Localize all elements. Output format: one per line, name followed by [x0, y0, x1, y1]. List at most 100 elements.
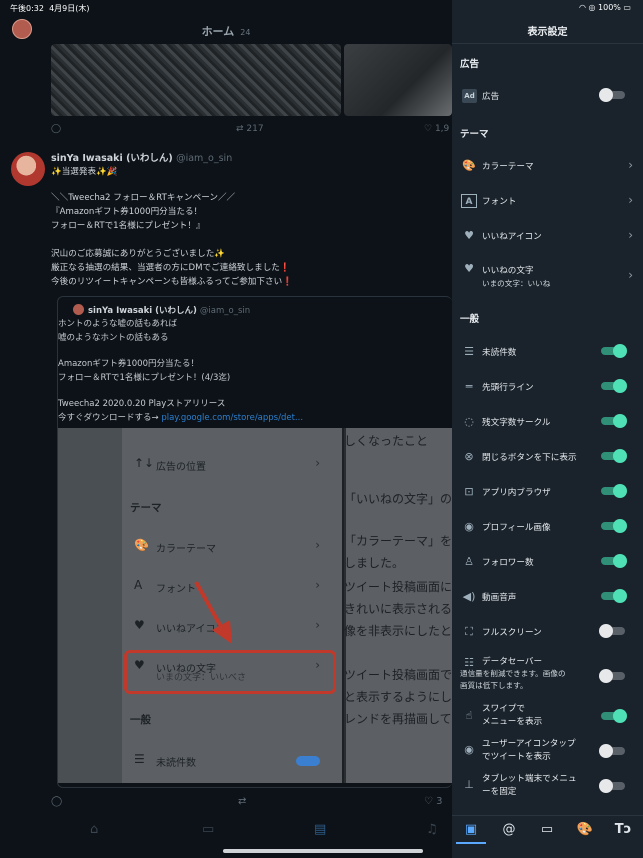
quote-author: sinYa Iwasaki (いわしん) @iam_o_sin	[88, 306, 251, 316]
screenshot-text: 「いいねの文字」の追	[344, 492, 452, 506]
chevron-right-icon: ›	[628, 268, 633, 282]
toggle[interactable]	[601, 379, 627, 393]
toggle[interactable]	[599, 779, 625, 793]
setting-user-icon-tap[interactable]: ◉ ユーザーアイコンタップ でツイートを表示	[452, 735, 643, 767]
setting-profile-image[interactable]: ◉ プロフィール画像	[452, 510, 643, 544]
setting-video-audio[interactable]: ◀) 動画音声	[452, 580, 643, 614]
toggle[interactable]	[601, 589, 627, 603]
toggle[interactable]	[601, 554, 627, 568]
toggle[interactable]	[599, 669, 625, 683]
setting-label: カラーテーマ	[482, 162, 534, 172]
toggle[interactable]	[599, 624, 625, 638]
screenshot-text: レンドを再描画して	[344, 712, 452, 726]
screenshot-text: しくなったこと	[344, 434, 429, 448]
setting-label: タブレット端末でメニュ ーを固定	[482, 774, 577, 797]
setting-follower-count[interactable]: ♙ フォロワー数	[452, 545, 643, 579]
setting-label: データセーバー	[482, 657, 543, 667]
arrow-icon	[194, 581, 232, 644]
retweet-icon[interactable]: ⇄	[238, 796, 246, 807]
quote-line: Tweecha2 2020.0.20 Playストアリリース	[58, 399, 226, 409]
profile-icon: ◉	[464, 520, 474, 533]
setting-fullscreen[interactable]: ⛶ フルスクリーン	[452, 615, 643, 649]
tweet-line: 『Amazonギフト券1000円分当たる！	[51, 207, 203, 217]
screenshot-text: しました。	[344, 556, 405, 570]
setting-like-text[interactable]: ♥ いいねの文字 いまの文字：いいね ›	[452, 256, 643, 296]
tweet-line: 沢山のご応募誠にありがとうございました✨	[51, 249, 225, 259]
reply-icon[interactable]: ◯	[51, 124, 61, 134]
setting-label: 未読件数	[482, 348, 517, 358]
speaker-icon: ◀)	[462, 590, 476, 603]
quote-link[interactable]: play.google.com/store/apps/det...	[161, 413, 303, 423]
toggle[interactable]	[601, 414, 627, 428]
setting-label: いいねアイコン	[482, 232, 542, 242]
like-button[interactable]: ♡ 3	[424, 796, 443, 807]
setting-tablet-pin-menu[interactable]: ⊥ タブレット端末でメニュ ーを固定	[452, 770, 643, 802]
screenshot-text: ツイート投稿画面で自	[344, 668, 452, 682]
setting-label: フォント	[482, 197, 517, 207]
chat-icon[interactable]: ▭	[202, 822, 214, 837]
tweet-screenshot[interactable]: ↑↓ 広告の位置 › テーマ 🎨 カラーテーマ › A フォント › ♥ いいねアイコン › ♥…	[58, 428, 452, 783]
tweet-line: 厳正なる抽選の結果、当選者の方にDMでご連絡致しました❗	[51, 263, 291, 273]
setting-font[interactable]: A フォント ›	[452, 184, 643, 218]
setting-in-app-browser[interactable]: ⊡ アプリ内ブラウザ	[452, 475, 643, 509]
list-icon: ☰	[464, 345, 474, 358]
tweet-author: sinYa Iwasaki (いわしん) @iam_o_sin	[51, 153, 233, 164]
timeline: ホーム 24 ◯ ⇄ 217 ♡ 1,9 sinYa Iwasaki (いわしん)…	[0, 0, 452, 858]
toggle[interactable]	[601, 344, 627, 358]
screenshot-section: テーマ	[130, 502, 162, 514]
text-size-tab-icon[interactable]: Tↄ	[608, 822, 638, 844]
toggle[interactable]	[601, 484, 627, 498]
image-tab-icon[interactable]: ▣	[456, 822, 486, 844]
section-ads: 広告	[460, 59, 480, 70]
tweet-line: ✨当選発表✨🎉	[51, 167, 118, 177]
setting-close-button-bottom[interactable]: ⊗ 閉じるボタンを下に表示	[452, 440, 643, 474]
setting-top-line[interactable]: ═ 先頭行ライン	[452, 370, 643, 404]
setting-label: 広告	[482, 92, 500, 102]
tweet-line: フォロー＆RTで1名様にプレゼント！』	[51, 221, 205, 231]
mention-tab-icon[interactable]: @	[494, 822, 524, 844]
close-circle-icon: ⊗	[464, 450, 474, 463]
avatar	[73, 304, 84, 315]
chevron-right-icon: ›	[628, 193, 633, 207]
toggle[interactable]	[601, 449, 627, 463]
setting-color-theme[interactable]: 🎨 カラーテーマ ›	[452, 149, 643, 183]
quote-line: フォロー＆RTで1名様にプレゼント！(4/3迄)	[58, 373, 231, 383]
toggle[interactable]	[599, 744, 625, 758]
toggle[interactable]	[601, 519, 627, 533]
section-theme: テーマ	[460, 129, 489, 140]
toggle[interactable]	[601, 709, 627, 723]
setting-unread-count[interactable]: ☰ 未読件数	[452, 335, 643, 369]
avatar[interactable]	[11, 152, 45, 186]
chevron-right-icon: ›	[628, 228, 633, 242]
screenshot-row: ↑↓ 広告の位置 ›	[134, 456, 320, 473]
tweet-image[interactable]	[344, 44, 452, 116]
home-icon[interactable]: ⌂	[90, 822, 98, 837]
setting-like-icon[interactable]: ♥ いいねアイコン ›	[452, 219, 643, 253]
setting-label: 先頭行ライン	[482, 383, 534, 393]
bell-icon[interactable]: ♫	[426, 822, 438, 837]
tweet-image[interactable]	[51, 44, 341, 116]
page-title: ホーム 24	[201, 25, 251, 38]
browser-icon: ⊡	[464, 485, 474, 498]
retweet-button[interactable]: ⇄ 217	[236, 124, 264, 134]
like-button[interactable]: ♡ 1,9	[424, 124, 449, 134]
screenshot-text: 像を非表示にしたと	[344, 624, 452, 638]
setting-ad[interactable]: Ad 広告	[452, 79, 643, 113]
panel-tab-bar: ▣ @ ▭ 🎨 Tↄ	[452, 815, 643, 858]
setting-label: ユーザーアイコンタップ でツイートを表示	[482, 739, 576, 762]
quote-line: 今すぐダウンロードする→ play.google.com/store/apps/…	[58, 413, 304, 423]
setting-swipe-menu[interactable]: ☝ スワイプで メニューを表示	[452, 700, 643, 732]
setting-label: アプリ内ブラウザ	[482, 488, 551, 498]
setting-data-saver[interactable]: ☷ データセーバー 通信量を削減できます。画像の 画質は低下します。	[452, 652, 643, 696]
comment-tab-icon[interactable]: ▭	[532, 822, 562, 844]
screenshot-text: と表示するようにし	[344, 690, 452, 704]
fullscreen-icon: ⛶	[465, 625, 473, 638]
setting-label: いいねの文字	[482, 266, 534, 276]
palette-tab-icon[interactable]: 🎨	[570, 822, 600, 844]
reply-icon[interactable]: ◯	[51, 796, 62, 807]
setting-char-circle[interactable]: ◌ 残文字数サークル	[452, 405, 643, 439]
setting-label: 残文字数サークル	[482, 418, 551, 428]
list-icon[interactable]: ▤	[314, 822, 326, 837]
display-settings-panel: 表示設定 広告 Ad 広告 テーマ 🎨 カラーテーマ › A フォント › ♥ …	[452, 0, 643, 858]
ad-toggle[interactable]	[599, 88, 625, 102]
